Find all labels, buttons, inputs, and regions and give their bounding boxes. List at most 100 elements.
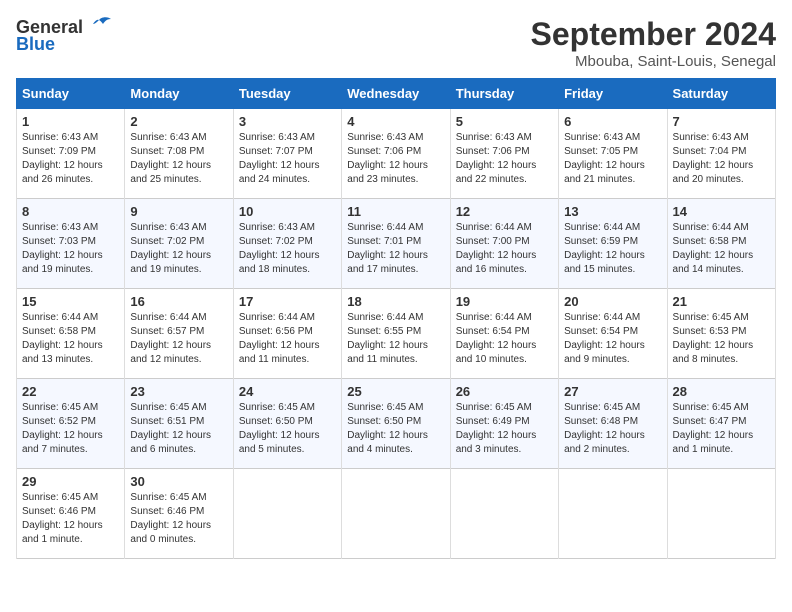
- calendar-cell: 18 Sunrise: 6:44 AMSunset: 6:55 PMDayligh…: [342, 289, 450, 379]
- day-content: Sunrise: 6:43 AMSunset: 7:03 PMDaylight:…: [22, 221, 119, 277]
- weekday-header-tuesday: Tuesday: [233, 79, 341, 109]
- day-content: Sunrise: 6:45 AMSunset: 6:50 PMDaylight:…: [239, 401, 336, 457]
- day-number: 15: [22, 294, 119, 309]
- day-content: Sunrise: 6:45 AMSunset: 6:48 PMDaylight:…: [564, 401, 661, 457]
- calendar-cell: 16 Sunrise: 6:44 AMSunset: 6:57 PMDayligh…: [125, 289, 233, 379]
- day-number: 18: [347, 294, 444, 309]
- day-content: Sunrise: 6:43 AMSunset: 7:09 PMDaylight:…: [22, 131, 119, 187]
- day-number: 14: [673, 204, 770, 219]
- calendar-cell: [233, 469, 341, 559]
- day-content: Sunrise: 6:43 AMSunset: 7:08 PMDaylight:…: [130, 131, 227, 187]
- day-number: 2: [130, 114, 227, 129]
- day-number: 24: [239, 384, 336, 399]
- calendar-cell: 25 Sunrise: 6:45 AMSunset: 6:50 PMDayligh…: [342, 379, 450, 469]
- title-section: September 2024 Mbouba, Saint-Louis, Sene…: [531, 16, 776, 70]
- day-content: Sunrise: 6:45 AMSunset: 6:50 PMDaylight:…: [347, 401, 444, 457]
- day-number: 7: [673, 114, 770, 129]
- weekday-header-friday: Friday: [559, 79, 667, 109]
- weekday-header-sunday: Sunday: [17, 79, 125, 109]
- calendar-table: SundayMondayTuesdayWednesdayThursdayFrid…: [16, 78, 776, 559]
- weekday-header-saturday: Saturday: [667, 79, 775, 109]
- day-number: 3: [239, 114, 336, 129]
- weekday-header-wednesday: Wednesday: [342, 79, 450, 109]
- calendar-cell: [342, 469, 450, 559]
- day-content: Sunrise: 6:45 AMSunset: 6:46 PMDaylight:…: [130, 491, 227, 547]
- day-content: Sunrise: 6:43 AMSunset: 7:07 PMDaylight:…: [239, 131, 336, 187]
- day-content: Sunrise: 6:44 AMSunset: 6:54 PMDaylight:…: [456, 311, 553, 367]
- day-number: 10: [239, 204, 336, 219]
- day-content: Sunrise: 6:44 AMSunset: 6:59 PMDaylight:…: [564, 221, 661, 277]
- calendar-cell: 13 Sunrise: 6:44 AMSunset: 6:59 PMDayligh…: [559, 199, 667, 289]
- calendar-cell: 5 Sunrise: 6:43 AMSunset: 7:06 PMDaylight…: [450, 109, 558, 199]
- logo-blue-text: Blue: [16, 34, 55, 55]
- day-number: 5: [456, 114, 553, 129]
- day-number: 23: [130, 384, 227, 399]
- calendar-cell: 11 Sunrise: 6:44 AMSunset: 7:01 PMDayligh…: [342, 199, 450, 289]
- logo-bird-icon: [85, 16, 113, 38]
- day-content: Sunrise: 6:44 AMSunset: 6:54 PMDaylight:…: [564, 311, 661, 367]
- day-content: Sunrise: 6:45 AMSunset: 6:49 PMDaylight:…: [456, 401, 553, 457]
- calendar-week-1: 1 Sunrise: 6:43 AMSunset: 7:09 PMDaylight…: [17, 109, 776, 199]
- day-content: Sunrise: 6:45 AMSunset: 6:47 PMDaylight:…: [673, 401, 770, 457]
- day-content: Sunrise: 6:44 AMSunset: 7:00 PMDaylight:…: [456, 221, 553, 277]
- day-number: 17: [239, 294, 336, 309]
- day-number: 19: [456, 294, 553, 309]
- header: General Blue September 2024 Mbouba, Sain…: [16, 16, 776, 70]
- day-number: 9: [130, 204, 227, 219]
- day-number: 21: [673, 294, 770, 309]
- calendar-cell: 12 Sunrise: 6:44 AMSunset: 7:00 PMDayligh…: [450, 199, 558, 289]
- day-content: Sunrise: 6:44 AMSunset: 6:57 PMDaylight:…: [130, 311, 227, 367]
- day-content: Sunrise: 6:43 AMSunset: 7:06 PMDaylight:…: [347, 131, 444, 187]
- calendar-week-3: 15 Sunrise: 6:44 AMSunset: 6:58 PMDayligh…: [17, 289, 776, 379]
- weekday-header-row: SundayMondayTuesdayWednesdayThursdayFrid…: [17, 79, 776, 109]
- calendar-cell: 9Sunrise: 6:43 AMSunset: 7:02 PMDaylight…: [125, 199, 233, 289]
- day-content: Sunrise: 6:43 AMSunset: 7:06 PMDaylight:…: [456, 131, 553, 187]
- day-content: Sunrise: 6:43 AMSunset: 7:02 PMDaylight:…: [239, 221, 336, 277]
- calendar-week-4: 22Sunrise: 6:45 AMSunset: 6:52 PMDayligh…: [17, 379, 776, 469]
- calendar-cell: 29Sunrise: 6:45 AMSunset: 6:46 PMDayligh…: [17, 469, 125, 559]
- day-content: Sunrise: 6:45 AMSunset: 6:51 PMDaylight:…: [130, 401, 227, 457]
- day-number: 13: [564, 204, 661, 219]
- day-content: Sunrise: 6:44 AMSunset: 7:01 PMDaylight:…: [347, 221, 444, 277]
- day-number: 26: [456, 384, 553, 399]
- calendar-cell: [450, 469, 558, 559]
- calendar-cell: 19 Sunrise: 6:44 AMSunset: 6:54 PMDayligh…: [450, 289, 558, 379]
- day-number: 25: [347, 384, 444, 399]
- day-number: 20: [564, 294, 661, 309]
- calendar-cell: 14Sunrise: 6:44 AMSunset: 6:58 PMDayligh…: [667, 199, 775, 289]
- calendar-cell: 17 Sunrise: 6:44 AMSunset: 6:56 PMDayligh…: [233, 289, 341, 379]
- day-content: Sunrise: 6:43 AMSunset: 7:04 PMDaylight:…: [673, 131, 770, 187]
- day-content: Sunrise: 6:45 AMSunset: 6:53 PMDaylight:…: [673, 311, 770, 367]
- day-number: 8: [22, 204, 119, 219]
- day-number: 1: [22, 114, 119, 129]
- calendar-cell: 20 Sunrise: 6:44 AMSunset: 6:54 PMDayligh…: [559, 289, 667, 379]
- calendar-cell: 1 Sunrise: 6:43 AMSunset: 7:09 PMDaylight…: [17, 109, 125, 199]
- calendar-cell: 4Sunrise: 6:43 AMSunset: 7:06 PMDaylight…: [342, 109, 450, 199]
- weekday-header-thursday: Thursday: [450, 79, 558, 109]
- calendar-cell: 10 Sunrise: 6:43 AMSunset: 7:02 PMDayligh…: [233, 199, 341, 289]
- day-number: 30: [130, 474, 227, 489]
- calendar-week-5: 29Sunrise: 6:45 AMSunset: 6:46 PMDayligh…: [17, 469, 776, 559]
- day-number: 11: [347, 204, 444, 219]
- day-number: 16: [130, 294, 227, 309]
- weekday-header-monday: Monday: [125, 79, 233, 109]
- day-content: Sunrise: 6:44 AMSunset: 6:55 PMDaylight:…: [347, 311, 444, 367]
- day-content: Sunrise: 6:45 AMSunset: 6:52 PMDaylight:…: [22, 401, 119, 457]
- calendar-cell: 22Sunrise: 6:45 AMSunset: 6:52 PMDayligh…: [17, 379, 125, 469]
- day-content: Sunrise: 6:44 AMSunset: 6:58 PMDaylight:…: [22, 311, 119, 367]
- day-number: 6: [564, 114, 661, 129]
- day-number: 28: [673, 384, 770, 399]
- calendar-cell: [559, 469, 667, 559]
- calendar-cell: 24 Sunrise: 6:45 AMSunset: 6:50 PMDayligh…: [233, 379, 341, 469]
- calendar-cell: 2 Sunrise: 6:43 AMSunset: 7:08 PMDaylight…: [125, 109, 233, 199]
- calendar-cell: 27Sunrise: 6:45 AMSunset: 6:48 PMDayligh…: [559, 379, 667, 469]
- day-number: 12: [456, 204, 553, 219]
- logo: General Blue: [16, 16, 113, 55]
- calendar-cell: 6Sunrise: 6:43 AMSunset: 7:05 PMDaylight…: [559, 109, 667, 199]
- calendar-cell: 3 Sunrise: 6:43 AMSunset: 7:07 PMDaylight…: [233, 109, 341, 199]
- calendar-cell: 28 Sunrise: 6:45 AMSunset: 6:47 PMDayligh…: [667, 379, 775, 469]
- day-content: Sunrise: 6:44 AMSunset: 6:56 PMDaylight:…: [239, 311, 336, 367]
- calendar-cell: 26 Sunrise: 6:45 AMSunset: 6:49 PMDayligh…: [450, 379, 558, 469]
- location-title: Mbouba, Saint-Louis, Senegal: [531, 53, 776, 70]
- month-title: September 2024: [531, 16, 776, 53]
